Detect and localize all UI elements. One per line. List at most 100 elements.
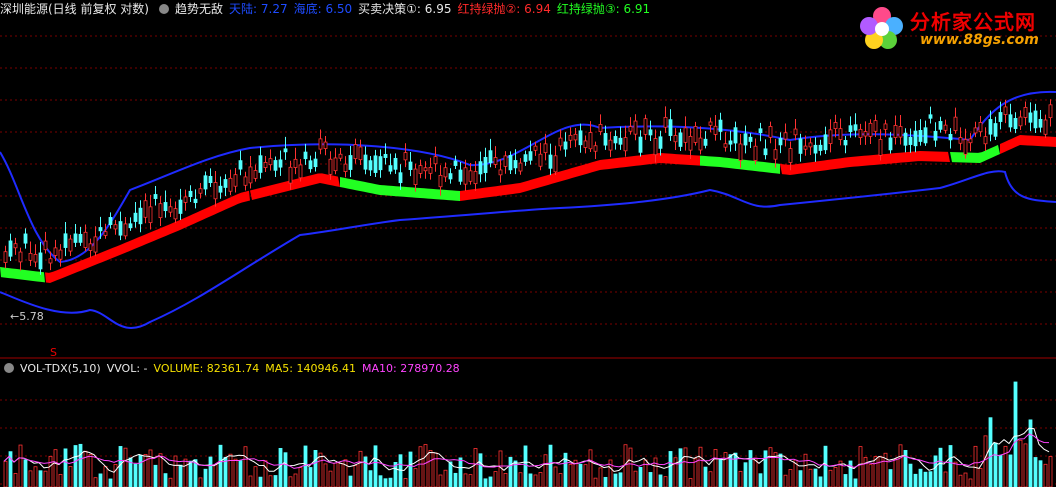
candle-down [998, 112, 1003, 122]
settings-icon[interactable] [159, 4, 169, 14]
candle-down [38, 252, 43, 270]
candle-down [448, 173, 453, 180]
volume-bar [1008, 454, 1013, 487]
candle-up [833, 122, 838, 130]
candle-down [563, 141, 568, 150]
volume-bar [748, 450, 753, 487]
candle-down [193, 198, 198, 204]
volume-bar [298, 467, 303, 487]
candle-up [983, 136, 988, 145]
candle-up [123, 223, 128, 237]
volume-bar [633, 470, 638, 487]
candle-up [83, 231, 88, 248]
volume-bar [163, 473, 168, 487]
candle-down [758, 128, 763, 134]
volume-bar [503, 472, 508, 487]
candle-up [43, 240, 48, 251]
candle-up [623, 137, 628, 152]
volume-bar [288, 476, 293, 487]
volume-bar [93, 477, 98, 487]
volume-bar [923, 471, 928, 487]
candle-down [108, 217, 113, 225]
candle-down [938, 121, 943, 130]
volume-bar [983, 435, 988, 487]
candle-down [363, 154, 368, 170]
volume-bar [658, 474, 663, 487]
volume-value: VOLUME: 82361.74 [153, 362, 260, 375]
candle-up [633, 120, 638, 135]
volume-bar [988, 417, 993, 487]
volume-bar [948, 445, 953, 487]
candle-down [993, 123, 998, 137]
candle-down [703, 138, 708, 146]
candle-up [863, 131, 868, 137]
volume-bar [293, 473, 298, 487]
candle-down [188, 190, 193, 197]
candle-up [1003, 106, 1008, 115]
candle-up [953, 116, 958, 132]
candle-up [183, 196, 188, 203]
candle-down [1038, 118, 1043, 128]
candle-up [93, 236, 98, 253]
chart-header: 深圳能源(日线 前复权 对数) 趋势无敌 天陆: 7.27 海底: 6.50 买卖决策①… [0, 0, 656, 18]
volume-bar [363, 456, 368, 487]
volume-bar [893, 458, 898, 487]
candle-up [873, 120, 878, 132]
candle-up [698, 137, 703, 151]
candle-up [148, 206, 153, 224]
volume-bar [188, 460, 193, 487]
candle-up [48, 258, 53, 264]
volume-bar [823, 445, 828, 487]
candle-down [728, 140, 733, 145]
volume-bar [113, 464, 118, 487]
volume-bar [693, 458, 698, 487]
volume-bar [648, 472, 653, 487]
volume-bar [913, 473, 918, 487]
candle-down [178, 199, 183, 214]
candle-up [53, 247, 58, 256]
candle-down [118, 221, 123, 236]
candle-up [978, 122, 983, 133]
candle-down [743, 133, 748, 146]
volume-bar [318, 452, 323, 487]
lower-band-line [0, 170, 1056, 329]
candle-up [808, 142, 813, 148]
candle-down [778, 138, 783, 146]
candle-down [913, 130, 918, 147]
candle-up [628, 126, 633, 132]
volume-bar [233, 458, 238, 487]
volume-bar [353, 465, 358, 487]
volume-bar [788, 469, 793, 487]
candle-up [738, 143, 743, 161]
chart-canvas[interactable] [0, 0, 1056, 487]
volume-bar [733, 452, 738, 487]
volume-bar [713, 449, 718, 487]
volume-bar [588, 449, 593, 487]
indicator-name[interactable]: 趋势无敌 [175, 2, 223, 16]
volume-bar [103, 466, 108, 487]
candle-up [423, 167, 428, 172]
volume-indicator-name[interactable]: VOL-TDX(5,10) [20, 362, 101, 375]
site-logo: 分析家公式网 www.88gs.com [858, 4, 1050, 52]
volume-bar [203, 468, 208, 487]
candle-down [928, 114, 933, 119]
candle-down [733, 127, 738, 144]
candle-up [893, 125, 898, 138]
candle-down [348, 155, 353, 170]
candle-up [518, 162, 523, 172]
candle-up [173, 208, 178, 220]
candle-down [748, 136, 753, 142]
volume-bar [808, 468, 813, 487]
volume-bar [813, 468, 818, 487]
candle-down [918, 130, 923, 142]
volume-bar [1033, 457, 1038, 487]
candle-up [498, 169, 503, 176]
stock-title[interactable]: 深圳能源(日线 前复权 对数) [0, 2, 149, 16]
volume-bar [763, 450, 768, 487]
candle-up [288, 166, 293, 184]
volume-bar [873, 456, 878, 487]
candle-up [233, 174, 238, 187]
candle-up [1048, 104, 1053, 119]
settings-icon[interactable] [4, 363, 14, 373]
volume-bar [158, 453, 163, 487]
